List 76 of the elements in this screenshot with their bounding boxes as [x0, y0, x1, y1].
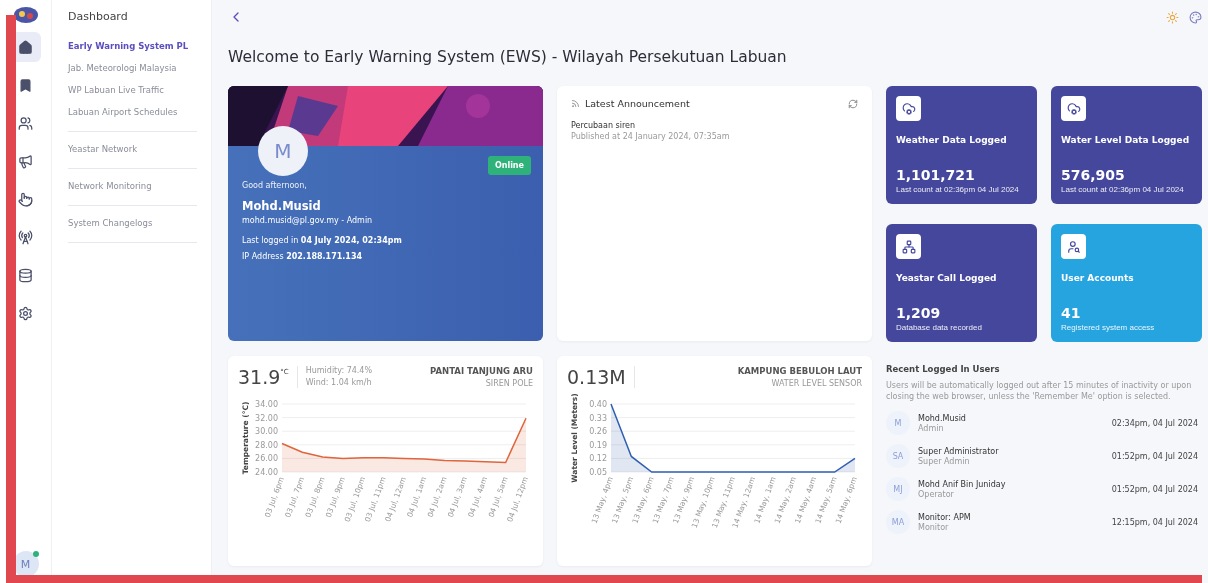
station-type: WATER LEVEL SENSOR — [770, 379, 862, 388]
menu-item[interactable]: Yeastar Network — [68, 144, 197, 154]
user-avatar: MJ — [886, 477, 910, 502]
station-name: KAMPUNG BEBULOH LAUT — [737, 366, 862, 376]
stat-label: Yeastar Call Logged — [896, 273, 998, 283]
stat-note: Last count at 02:36pm 04 Jul 2024 — [896, 185, 1020, 194]
station-type: SIREN POLE — [484, 379, 533, 388]
profile-avatar: M — [258, 126, 308, 176]
stat-label: Weather Data Logged — [896, 135, 1008, 145]
axis-tick: 34.00 — [255, 400, 278, 409]
menu-item[interactable]: Labuan Airport Schedules — [68, 107, 197, 117]
logo-icon — [12, 6, 39, 24]
rss-icon — [571, 99, 580, 108]
user-role: Super Admin — [918, 456, 971, 466]
user-role: Monitor — [918, 522, 950, 532]
axis-tick: 26.00 — [255, 454, 278, 464]
user-email: mohd.musid@pl.gov.my - Admin — [242, 216, 374, 225]
cloud-icon — [896, 96, 921, 121]
user-name: Mohd.Musid — [918, 413, 966, 423]
station-name: PANTAI TANJUNG ARU — [430, 366, 533, 376]
stat-note: Last count at 02:36pm 04 Jul 2024 — [1061, 185, 1185, 194]
user-name: Mohd.Musid — [242, 199, 322, 213]
axis-tick: 0.26 — [589, 427, 607, 437]
user-name: Super Administrator — [918, 446, 999, 456]
announcement-title[interactable]: Percubaan siren — [571, 121, 858, 130]
user-name: Monitor: APM — [918, 512, 971, 522]
login-time: 02:34pm, 04 Jul 2024 — [1111, 418, 1198, 428]
stat-note: Registered system access — [1061, 323, 1156, 332]
stat-value: 41 — [1061, 305, 1082, 321]
axis-tick: 0.33 — [589, 413, 607, 423]
announcement-date: Published at 24 January 2024, 07:35am — [571, 132, 731, 141]
user-avatar: SA — [886, 444, 910, 469]
humidity-text: Humidity: 74.4% — [305, 366, 373, 375]
axis-tick: 0.05 — [589, 468, 607, 477]
axis-tick: 28.00 — [255, 440, 278, 450]
menu-item[interactable]: Jab. Meteorologi Malaysia — [68, 63, 197, 73]
stat-value: 1,101,721 — [896, 167, 976, 183]
last-login-text: Last logged in 04 July 2024, 02:34pm — [242, 236, 403, 245]
stat-label: Water Level Data Logged — [1061, 135, 1191, 145]
status-badge: Online — [487, 156, 531, 175]
login-time: 12:15pm, 04 Jul 2024 — [1111, 517, 1198, 527]
axis-tick: 30.00 — [255, 427, 278, 437]
stat-label: User Accounts — [1061, 273, 1135, 283]
water-level-reading: 0.13M — [567, 366, 635, 388]
page-title: Welcome to Early Warning System (EWS) - Wilayah Persekutuan Labuan — [228, 48, 788, 66]
axis-tick: 0.12 — [589, 454, 607, 464]
user-name: Mohd Anif Bin Juniday — [918, 479, 1006, 489]
section-title: Recent Logged In Users — [886, 364, 1001, 374]
card-title: Latest Announcement — [585, 98, 690, 109]
login-time: 01:52pm, 04 Jul 2024 — [1111, 484, 1198, 494]
axis-tick: 24.00 — [255, 468, 278, 477]
menu-item[interactable]: WP Labuan Live Traffic — [68, 85, 197, 95]
network-icon — [896, 234, 921, 259]
user-avatar: M — [886, 411, 910, 436]
refresh-icon[interactable] — [848, 98, 858, 109]
login-time: 01:52pm, 04 Jul 2024 — [1111, 451, 1198, 461]
stat-note: Database data recorded — [896, 323, 983, 332]
axis-tick: 0.40 — [589, 400, 607, 409]
menu-item[interactable]: Network Monitoring — [68, 181, 197, 191]
menu-title: Dashboard — [68, 10, 129, 23]
user-avatar: MA — [886, 510, 910, 535]
stat-value: 576,905 — [1061, 167, 1126, 183]
axis-tick: 0.19 — [589, 440, 607, 450]
logout-note: Users will be automatically logged out after 15 minutes of inactivity or upon closing the web browser, unless the 'Remember Me' option is selected. — [886, 380, 1193, 403]
palette-icon[interactable] — [1189, 10, 1202, 24]
stat-value: 1,209 — [896, 305, 942, 321]
user-role: Operator — [918, 489, 955, 499]
wind-text: Wind: 1.04 km/h — [305, 378, 373, 387]
ip-address-text: IP Address 202.188.171.134 — [242, 252, 364, 261]
menu-item[interactable]: System Changelogs — [68, 218, 197, 228]
menu-item[interactable]: Early Warning System PL — [68, 41, 197, 51]
user-icon — [1061, 234, 1086, 259]
greeting-text: Good afternoon, — [242, 181, 308, 190]
cloud-icon — [1061, 96, 1086, 121]
axis-tick: 32.00 — [255, 413, 278, 423]
user-role: Admin — [918, 423, 945, 433]
